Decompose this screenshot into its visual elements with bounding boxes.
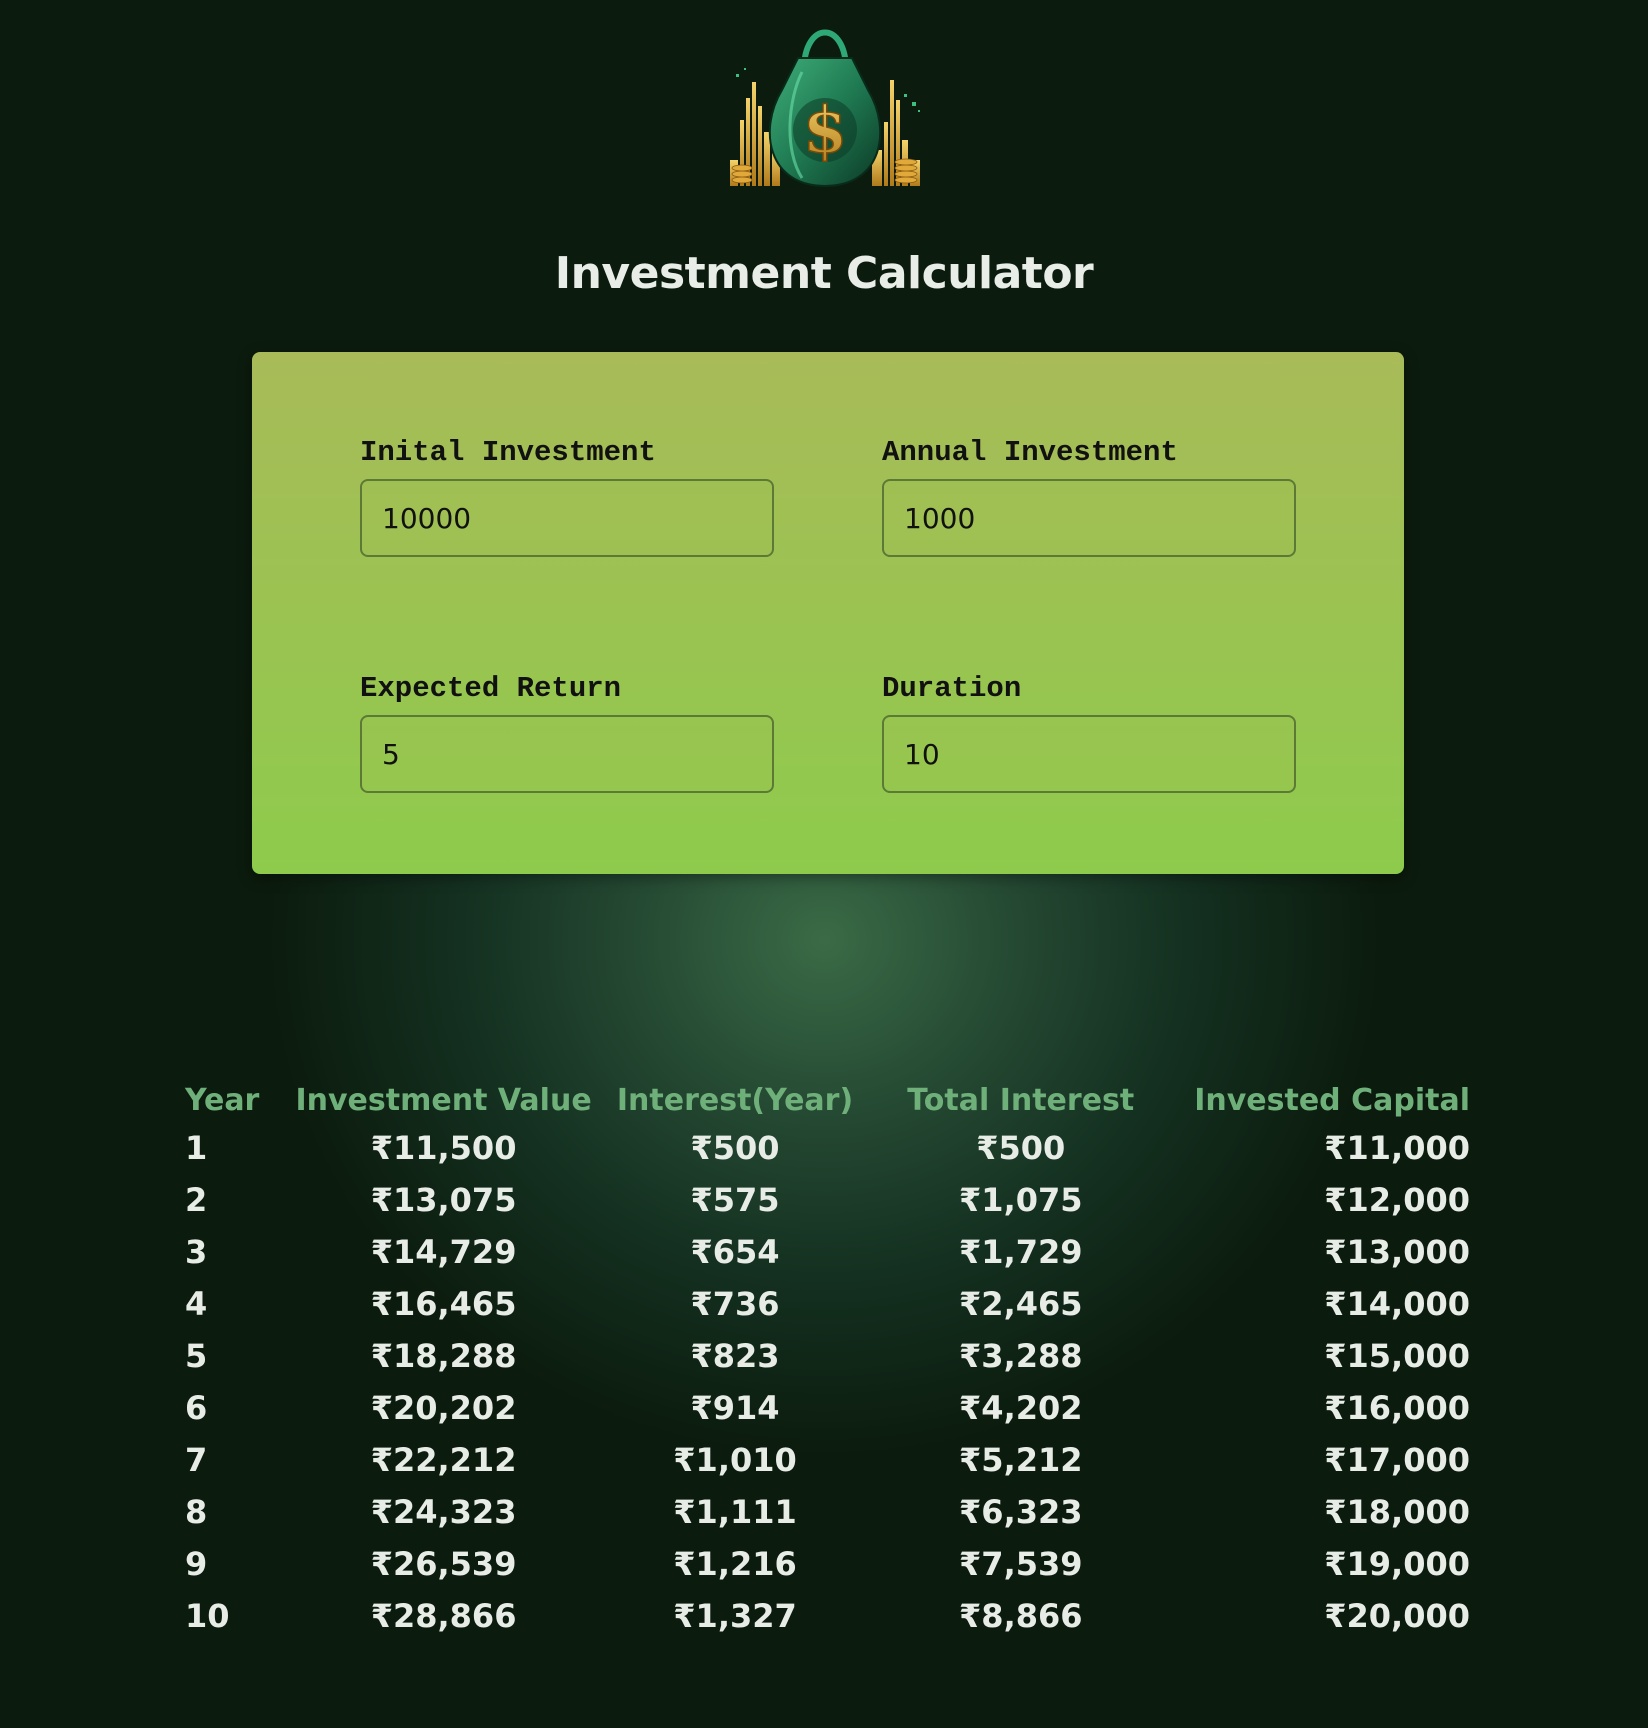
table-row: 3 ₹14,729 ₹654 ₹1,729 ₹13,000 bbox=[185, 1226, 1470, 1278]
table-row: 1 ₹11,500 ₹500 ₹500 ₹11,000 bbox=[185, 1122, 1470, 1174]
initial-investment-input[interactable] bbox=[360, 479, 774, 557]
cell-invested-capital: ₹15,000 bbox=[1324, 1337, 1470, 1375]
duration-field: Duration bbox=[882, 672, 1296, 793]
table-row: 6 ₹20,202 ₹914 ₹4,202 ₹16,000 bbox=[185, 1382, 1470, 1434]
initial-investment-label: Inital Investment bbox=[360, 436, 656, 469]
table-row: 10 ₹28,866 ₹1,327 ₹8,866 ₹20,000 bbox=[185, 1590, 1470, 1642]
cell-year: 6 bbox=[185, 1389, 208, 1427]
cell-invested-capital: ₹17,000 bbox=[1324, 1441, 1470, 1479]
cell-year: 3 bbox=[185, 1233, 208, 1271]
cell-invested-capital: ₹11,000 bbox=[1324, 1129, 1470, 1167]
investment-form-card: Inital Investment Annual Investment Expe… bbox=[252, 352, 1404, 874]
annual-investment-label: Annual Investment bbox=[882, 436, 1178, 469]
header-invested-capital: Invested Capital bbox=[1194, 1082, 1470, 1118]
cell-invested-capital: ₹13,000 bbox=[1324, 1233, 1470, 1271]
cell-investment-value: ₹13,075 bbox=[370, 1181, 517, 1219]
cell-year: 10 bbox=[185, 1597, 230, 1635]
cell-total-interest: ₹4,202 bbox=[959, 1389, 1083, 1427]
header-year: Year bbox=[185, 1082, 260, 1118]
duration-input[interactable] bbox=[882, 715, 1296, 793]
cell-interest-year: ₹500 bbox=[690, 1129, 780, 1167]
annual-investment-input[interactable] bbox=[882, 479, 1296, 557]
cell-invested-capital: ₹18,000 bbox=[1324, 1493, 1470, 1531]
cell-interest-year: ₹1,010 bbox=[673, 1441, 797, 1479]
table-header-row: Year Investment Value Interest(Year) Tot… bbox=[185, 1078, 1470, 1122]
cell-investment-value: ₹26,539 bbox=[370, 1545, 517, 1583]
cell-total-interest: ₹2,465 bbox=[959, 1285, 1083, 1323]
cell-total-interest: ₹1,729 bbox=[959, 1233, 1083, 1271]
table-row: 8 ₹24,323 ₹1,111 ₹6,323 ₹18,000 bbox=[185, 1486, 1470, 1538]
cell-interest-year: ₹1,327 bbox=[673, 1597, 797, 1635]
cell-interest-year: ₹736 bbox=[690, 1285, 780, 1323]
results-table: Year Investment Value Interest(Year) Tot… bbox=[185, 1078, 1470, 1642]
header-investment-value: Investment Value bbox=[295, 1082, 592, 1118]
money-bag-logo-icon: $ bbox=[722, 10, 928, 190]
header-interest-year: Interest(Year) bbox=[616, 1082, 854, 1118]
annual-investment-field: Annual Investment bbox=[882, 436, 1296, 557]
cell-investment-value: ₹16,465 bbox=[370, 1285, 517, 1323]
cell-invested-capital: ₹19,000 bbox=[1324, 1545, 1470, 1583]
cell-total-interest: ₹500 bbox=[976, 1129, 1066, 1167]
cell-investment-value: ₹22,212 bbox=[370, 1441, 517, 1479]
cell-invested-capital: ₹16,000 bbox=[1324, 1389, 1470, 1427]
cell-investment-value: ₹18,288 bbox=[370, 1337, 517, 1375]
cell-investment-value: ₹24,323 bbox=[370, 1493, 517, 1531]
cell-total-interest: ₹8,866 bbox=[959, 1597, 1083, 1635]
cell-year: 9 bbox=[185, 1545, 208, 1583]
cell-invested-capital: ₹20,000 bbox=[1324, 1597, 1470, 1635]
cell-interest-year: ₹914 bbox=[690, 1389, 780, 1427]
expected-return-field: Expected Return bbox=[360, 672, 774, 793]
cell-year: 2 bbox=[185, 1181, 208, 1219]
cell-year: 5 bbox=[185, 1337, 208, 1375]
cell-interest-year: ₹1,216 bbox=[673, 1545, 797, 1583]
cell-investment-value: ₹14,729 bbox=[370, 1233, 517, 1271]
table-row: 2 ₹13,075 ₹575 ₹1,075 ₹12,000 bbox=[185, 1174, 1470, 1226]
expected-return-input[interactable] bbox=[360, 715, 774, 793]
cell-interest-year: ₹1,111 bbox=[673, 1493, 797, 1531]
page-title: Investment Calculator bbox=[554, 248, 1094, 299]
table-row: 9 ₹26,539 ₹1,216 ₹7,539 ₹19,000 bbox=[185, 1538, 1470, 1590]
cell-total-interest: ₹1,075 bbox=[959, 1181, 1083, 1219]
svg-text:$: $ bbox=[803, 93, 848, 168]
expected-return-label: Expected Return bbox=[360, 672, 622, 705]
cell-interest-year: ₹654 bbox=[690, 1233, 780, 1271]
cell-year: 7 bbox=[185, 1441, 208, 1479]
cell-investment-value: ₹11,500 bbox=[370, 1129, 517, 1167]
cell-total-interest: ₹6,323 bbox=[959, 1493, 1083, 1531]
cell-investment-value: ₹20,202 bbox=[370, 1389, 517, 1427]
cell-year: 1 bbox=[185, 1129, 208, 1167]
cell-total-interest: ₹5,212 bbox=[959, 1441, 1083, 1479]
cell-interest-year: ₹823 bbox=[690, 1337, 780, 1375]
cell-interest-year: ₹575 bbox=[690, 1181, 780, 1219]
cell-year: 8 bbox=[185, 1493, 208, 1531]
initial-investment-field: Inital Investment bbox=[360, 436, 774, 557]
table-row: 4 ₹16,465 ₹736 ₹2,465 ₹14,000 bbox=[185, 1278, 1470, 1330]
header-total-interest: Total Interest bbox=[907, 1082, 1135, 1118]
cell-total-interest: ₹7,539 bbox=[959, 1545, 1083, 1583]
cell-total-interest: ₹3,288 bbox=[959, 1337, 1083, 1375]
cell-year: 4 bbox=[185, 1285, 208, 1323]
table-row: 5 ₹18,288 ₹823 ₹3,288 ₹15,000 bbox=[185, 1330, 1470, 1382]
cell-investment-value: ₹28,866 bbox=[370, 1597, 517, 1635]
cell-invested-capital: ₹12,000 bbox=[1324, 1181, 1470, 1219]
cell-invested-capital: ₹14,000 bbox=[1324, 1285, 1470, 1323]
duration-label: Duration bbox=[882, 672, 1022, 705]
table-row: 7 ₹22,212 ₹1,010 ₹5,212 ₹17,000 bbox=[185, 1434, 1470, 1486]
